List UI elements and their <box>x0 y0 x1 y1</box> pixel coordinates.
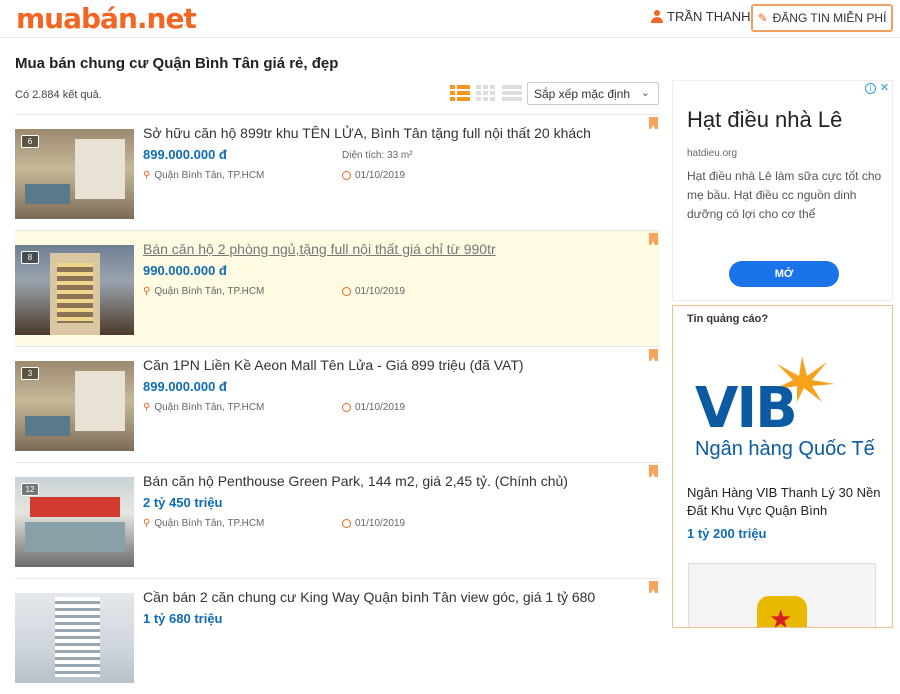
ad-question[interactable]: Tin quảng cáo? <box>687 313 768 325</box>
sort-select[interactable]: Sắp xếp mặc định ⌄ <box>527 82 659 105</box>
listing-date: 01/10/2019 <box>342 170 405 181</box>
list-view-icon[interactable] <box>450 85 470 103</box>
grid-view-icon[interactable] <box>476 85 496 103</box>
view-toggle <box>450 85 522 103</box>
listing-price: 899.000.000 đ <box>143 147 227 162</box>
chevron-down-icon: ⌄ <box>640 87 650 99</box>
listing-date: 01/10/2019 <box>342 286 405 297</box>
pencil-icon: ✎ <box>757 11 768 25</box>
ad-thumbnail[interactable] <box>688 563 876 627</box>
bookmark-icon[interactable] <box>649 465 658 477</box>
close-icon[interactable]: ✕ <box>879 83 890 94</box>
location-pin-icon: ⚲ <box>143 170 151 181</box>
listing-thumbnail[interactable]: 8 <box>15 245 134 335</box>
sort-selected-value: Sắp xếp mặc định <box>534 87 631 101</box>
image-count-badge: 8 <box>21 251 39 264</box>
listing-item[interactable]: Cần bán 2 căn chung cư King Way Quận bìn… <box>15 578 660 694</box>
bookmark-icon[interactable] <box>649 233 658 245</box>
listing-item[interactable]: 12 Bán căn hộ Penthouse Green Park, 144 … <box>15 462 660 578</box>
compact-view-icon[interactable] <box>502 85 522 103</box>
listing-price: 2 tỷ 450 triệu <box>143 495 223 510</box>
listing-item[interactable]: 6 Sở hữu căn hộ 899tr khu TÊN LỬA, Bình … <box>15 114 660 230</box>
ad-open-button[interactable]: MỞ <box>729 261 839 287</box>
header: muabán.net TRẦN THANH ✎ ĐĂNG TIN MIỄN PH… <box>0 0 900 38</box>
ad-description: Hạt điều nhà Lê làm sữa cực tốt cho mẹ b… <box>687 169 882 221</box>
user-name: TRẦN THANH <box>667 9 751 24</box>
ad-price: 1 tỷ 200 triệu <box>687 526 767 541</box>
clock-icon <box>342 403 351 412</box>
post-listing-button[interactable]: ✎ ĐĂNG TIN MIỄN PHÍ <box>751 4 893 32</box>
clock-icon <box>342 171 351 180</box>
location-pin-icon: ⚲ <box>143 286 151 297</box>
logo[interactable]: muabán.net <box>16 2 197 35</box>
listing-item[interactable]: 8 Bán căn hộ 2 phòng ngủ,tặng full nội t… <box>15 230 660 346</box>
bookmark-icon[interactable] <box>649 117 658 129</box>
listing-title[interactable]: Bán căn hộ Penthouse Green Park, 144 m2,… <box>143 473 568 489</box>
listing-price: 1 tỷ 680 triệu <box>143 611 223 626</box>
user-icon <box>651 10 663 23</box>
google-ad[interactable]: i ✕ Hạt điều nhà Lê hatdieu.org Hạt điều… <box>672 80 893 301</box>
listing-thumbnail[interactable]: 12 <box>15 477 134 567</box>
emblem-icon <box>757 596 807 627</box>
listing-location: ⚲ Quận Bình Tân, TP.HCM <box>143 518 265 529</box>
listing-list: 6 Sở hữu căn hộ 899tr khu TÊN LỬA, Bình … <box>15 114 660 694</box>
listing-thumbnail[interactable]: 6 <box>15 129 134 219</box>
listing-date: 01/10/2019 <box>342 518 405 529</box>
bookmark-icon[interactable] <box>649 581 658 593</box>
post-listing-label: ĐĂNG TIN MIỄN PHÍ <box>772 11 887 25</box>
listing-location: ⚲ Quận Bình Tân, TP.HCM <box>143 402 265 413</box>
listing-item[interactable]: 3 Căn 1PN Liền Kề Aeon Mall Tên Lửa - Gi… <box>15 346 660 462</box>
user-menu[interactable]: TRẦN THANH <box>651 9 751 24</box>
location-pin-icon: ⚲ <box>143 518 151 529</box>
listing-location: ⚲ Quận Bình Tân, TP.HCM <box>143 170 265 181</box>
bookmark-icon[interactable] <box>649 349 658 361</box>
ad-info-icon[interactable]: i <box>865 83 876 94</box>
listing-location: ⚲ Quận Bình Tân, TP.HCM <box>143 286 265 297</box>
listing-thumbnail[interactable] <box>15 593 134 683</box>
listing-thumbnail[interactable]: 3 <box>15 361 134 451</box>
listing-title[interactable]: Căn 1PN Liền Kề Aeon Mall Tên Lửa - Giá … <box>143 357 524 373</box>
vib-logo: VIB Ngân hàng Quốc Tế <box>695 354 875 464</box>
listing-area: Diện tích: 33 m² <box>342 150 413 161</box>
image-count-badge: 12 <box>21 483 39 496</box>
ad-title[interactable]: Hạt điều nhà Lê <box>687 107 842 133</box>
ad-url: hatdieu.org <box>687 148 738 159</box>
listing-title[interactable]: Sở hữu căn hộ 899tr khu TÊN LỬA, Bình Tâ… <box>143 125 591 141</box>
result-count: Có 2.884 kết quả. <box>15 89 102 101</box>
ad-text[interactable]: Ngân Hàng VIB Thanh Lý 30 Nền Đất Khu Vự… <box>687 484 882 520</box>
clock-icon <box>342 287 351 296</box>
listing-price: 899.000.000 đ <box>143 379 227 394</box>
sidebar-ad[interactable]: Tin quảng cáo? VIB Ngân hàng Quốc Tế Ngâ… <box>672 305 893 628</box>
listing-date: 01/10/2019 <box>342 402 405 413</box>
listing-title[interactable]: Bán căn hộ 2 phòng ngủ,tặng full nội thấ… <box>143 241 496 257</box>
listing-price: 990.000.000 đ <box>143 263 227 278</box>
ad-choices[interactable]: i ✕ <box>865 83 890 94</box>
location-pin-icon: ⚲ <box>143 402 151 413</box>
clock-icon <box>342 519 351 528</box>
image-count-badge: 3 <box>21 367 39 380</box>
page-title: Mua bán chung cư Quận Bình Tân giá rẻ, đ… <box>15 55 339 72</box>
image-count-badge: 6 <box>21 135 39 148</box>
listing-title[interactable]: Cần bán 2 căn chung cư King Way Quận bìn… <box>143 589 595 605</box>
